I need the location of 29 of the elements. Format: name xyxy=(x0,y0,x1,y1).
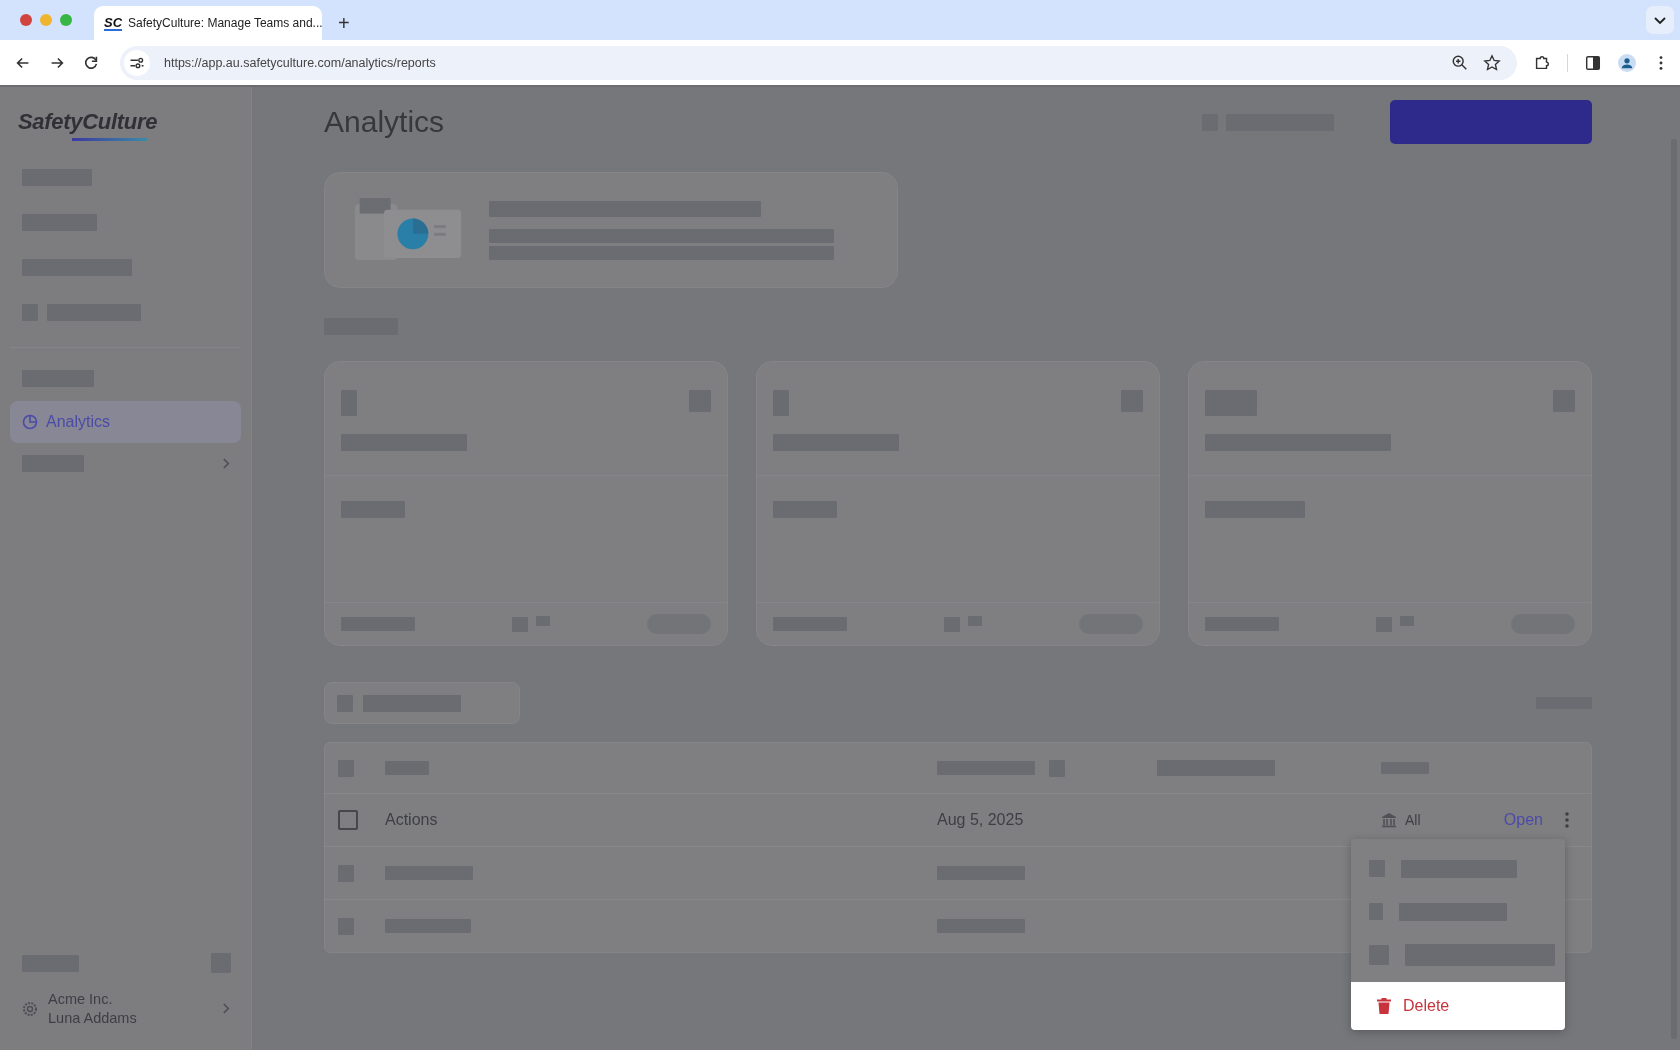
page-title: Analytics xyxy=(324,105,445,139)
row-checkbox[interactable] xyxy=(338,810,358,830)
tab-title: SafetyCulture: Manage Teams and... xyxy=(128,16,323,30)
access-label: All xyxy=(1405,812,1421,828)
profile-avatar-icon[interactable] xyxy=(1618,53,1636,72)
star-icon[interactable] xyxy=(1483,53,1501,72)
report-date: Aug 5, 2025 xyxy=(937,811,1024,829)
close-window-button[interactable] xyxy=(20,14,32,26)
address-bar[interactable]: https://app.au.safetyculture.com/analytics/reports xyxy=(120,45,1517,80)
new-tab-button[interactable]: + xyxy=(330,6,358,40)
chevron-right-icon[interactable] xyxy=(222,457,231,470)
report-name: Actions xyxy=(385,811,438,828)
building-icon xyxy=(1381,812,1397,828)
delete-menu-item[interactable]: Delete xyxy=(1351,982,1565,1030)
url-text: https://app.au.safetyculture.com/analytics/reports xyxy=(164,55,436,70)
puzzle-icon[interactable] xyxy=(1533,53,1551,72)
trash-icon xyxy=(1377,998,1391,1014)
chevron-down-icon[interactable] xyxy=(1646,6,1674,34)
zoom-icon[interactable] xyxy=(1451,53,1469,72)
browser-tab[interactable]: SC SafetyCulture: Manage Teams and... xyxy=(94,6,322,40)
user-name: Luna Addams xyxy=(48,1010,138,1026)
favicon: SC xyxy=(104,15,123,31)
gear-icon xyxy=(22,1000,38,1017)
chart-icon xyxy=(22,414,38,430)
site-settings-icon[interactable] xyxy=(124,49,150,76)
chevron-right-icon xyxy=(222,1002,231,1015)
side-panel-icon[interactable] xyxy=(1584,53,1602,72)
organization-name: Acme Inc. xyxy=(48,991,114,1007)
maximize-window-button[interactable] xyxy=(60,14,72,26)
